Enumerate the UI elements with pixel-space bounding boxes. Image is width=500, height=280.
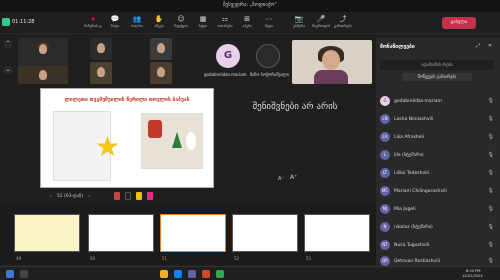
shared-slide[interactable]: ლილეთი თვემუშუილის წერილი თოვლის ბაბუას … xyxy=(40,88,214,188)
chrome-icon[interactable] xyxy=(216,270,224,278)
list-item[interactable]: LT Liliko Tedeshvili 🎙 xyxy=(380,166,496,180)
search-icon[interactable] xyxy=(20,270,28,278)
list-item[interactable]: Ggodabrelidze.mariam 🎙 xyxy=(380,94,496,108)
thumbnail[interactable] xyxy=(304,214,370,252)
meeting-toolbar: 01:11:28 ⏺ჩაწერის გაჩერება 💬ჩატი 👥ხალხი … xyxy=(0,12,500,34)
gallery-down-icon[interactable]: ⌄ xyxy=(4,66,12,74)
teams-icon[interactable] xyxy=(188,270,196,278)
decrease-font-button[interactable]: A⁻ xyxy=(278,176,284,182)
second-participant-name: ნინო ბოჭორიშვილი xyxy=(250,72,289,77)
people-button[interactable]: 👥 ხალხი xyxy=(128,14,146,32)
featured-participant-name: godabrelidze.mariam xyxy=(204,72,247,77)
mic-icon: 🎙 xyxy=(487,170,494,176)
timer-text: 01:11:28 xyxy=(12,19,35,25)
mic-icon: 🎙 xyxy=(487,98,494,104)
marker-tool-icon[interactable] xyxy=(124,192,131,200)
camera-button[interactable]: 📷 კამერა xyxy=(290,14,308,32)
panel-header: მონაწილეები xyxy=(380,44,415,50)
window-title: შეხვედრა: „ზოდიაქო“ xyxy=(222,2,278,8)
mic-icon: 🎙 xyxy=(487,116,494,122)
slide-page-label: 51 (63-დან) xyxy=(56,193,84,199)
share-invite-button[interactable]: მოწვევის გაზიარება xyxy=(402,73,472,81)
thumbnail[interactable] xyxy=(14,214,80,252)
explorer-icon[interactable] xyxy=(160,270,168,278)
prev-slide-icon[interactable]: ‹ xyxy=(50,194,52,199)
slide-title: ლილეთი თვემუშუილის წერილი თოვლის ბაბუას xyxy=(64,97,190,103)
avatar xyxy=(256,44,280,68)
chat-button[interactable]: 💬 ჩატი xyxy=(106,14,124,32)
raise-hand-button[interactable]: ✋ აწევა xyxy=(150,14,168,32)
mic-icon: 🎙 xyxy=(487,188,494,194)
title-bar: შეხვედრა: „ზოდიაქო“ xyxy=(0,0,500,12)
pen-tool-icon[interactable] xyxy=(113,192,120,200)
thumbnail-selected[interactable] xyxy=(160,214,226,252)
video-tile-6[interactable] xyxy=(150,62,172,84)
thumbnail-number: 52 xyxy=(234,256,240,261)
video-tile-2[interactable] xyxy=(18,66,68,84)
list-item[interactable]: NT Nuca Tugushvili 🎙 xyxy=(380,238,496,252)
participants-panel: მონაწილეები ⤢ ✕ ადამიანის ძიება მოწვევის… xyxy=(376,38,500,266)
close-icon[interactable]: ✕ xyxy=(488,43,492,49)
leave-button[interactable]: გასვლა xyxy=(442,17,476,29)
thumbnail-number: 50 xyxy=(90,256,96,261)
eraser-tool-icon[interactable] xyxy=(146,192,153,200)
star-icon: ★ xyxy=(95,130,121,163)
search-input[interactable]: ადამიანის ძიება xyxy=(380,60,494,70)
list-item[interactable]: MJ Mia Jugeli 🎙 xyxy=(380,202,496,216)
mic-icon: 🎙 xyxy=(487,258,494,264)
view-button[interactable]: ▦ ხედი xyxy=(194,14,212,32)
apps-button[interactable]: ⊞ აპები xyxy=(238,14,256,32)
record-button[interactable]: ⏺ჩაწერის გაჩერება xyxy=(84,14,102,32)
video-tile-5[interactable] xyxy=(150,38,172,60)
thumbnail-number: 53 xyxy=(306,256,312,261)
taskbar: 8:54 PM 12/22/2024 xyxy=(0,266,500,280)
list-item[interactable]: Llile (სტუმარი) 🎙 xyxy=(380,148,496,162)
list-item[interactable]: LN Lasha Noniashvili 🎙 xyxy=(380,112,496,126)
mic-icon: 🎙 xyxy=(487,206,494,212)
thumbnail[interactable] xyxy=(232,214,298,252)
list-item[interactable]: Nnikoloz (სტუმარი) 🎙 xyxy=(380,220,496,234)
video-tile-1[interactable] xyxy=(18,38,68,66)
slide-navigation: ‹ 51 (63-დან) › xyxy=(40,190,214,202)
highlighter-tool-icon[interactable] xyxy=(135,192,142,200)
thumbnail-number: 49 xyxy=(16,256,22,261)
mic-icon: 🎙 xyxy=(487,224,494,230)
no-notes-message: შენიშვნები არ არის xyxy=(252,102,338,112)
list-item[interactable]: LA Lika Afrasheli 🎙 xyxy=(380,130,496,144)
shield-icon xyxy=(2,18,10,26)
start-icon[interactable] xyxy=(6,270,14,278)
next-slide-icon[interactable]: › xyxy=(88,194,90,199)
mic-icon: 🎙 xyxy=(487,242,494,248)
clock-time: 8:54 PM xyxy=(466,269,481,273)
more-button[interactable]: ⋯ მეტი xyxy=(260,14,278,32)
meeting-timer: 01:11:28 xyxy=(2,17,34,27)
thumbnail[interactable] xyxy=(88,214,154,252)
gallery-up-icon[interactable]: ⌃ xyxy=(4,40,12,48)
slide-thumbnails: 49 50 51 52 53 xyxy=(0,206,376,264)
video-tile-4[interactable] xyxy=(90,62,112,84)
rooms-button[interactable]: ⚏ ოთახები xyxy=(216,14,234,32)
clock-date: 12/22/2024 xyxy=(462,274,483,278)
mic-button[interactable]: 🎤მიკროფონი xyxy=(312,14,330,32)
share-button[interactable]: ⤴ გაზიარება xyxy=(334,14,352,32)
presenter-video[interactable] xyxy=(292,40,372,84)
react-button[interactable]: ☺ რეაქცია xyxy=(172,14,190,32)
powerpoint-icon[interactable] xyxy=(202,270,210,278)
browser-icon[interactable] xyxy=(174,270,182,278)
mic-icon: 🎙 xyxy=(487,134,494,140)
list-item[interactable]: MC Mariam Chilingarashvili 🎙 xyxy=(380,184,496,198)
increase-font-button[interactable]: A⁺ xyxy=(290,174,297,181)
thumbnail-number: 51 xyxy=(162,256,168,261)
craft-image xyxy=(141,113,203,169)
popout-icon[interactable]: ⤢ xyxy=(476,43,480,49)
mic-icon: 🎙 xyxy=(487,152,494,158)
avatar: G xyxy=(216,44,240,68)
video-tile-3[interactable] xyxy=(90,38,112,60)
